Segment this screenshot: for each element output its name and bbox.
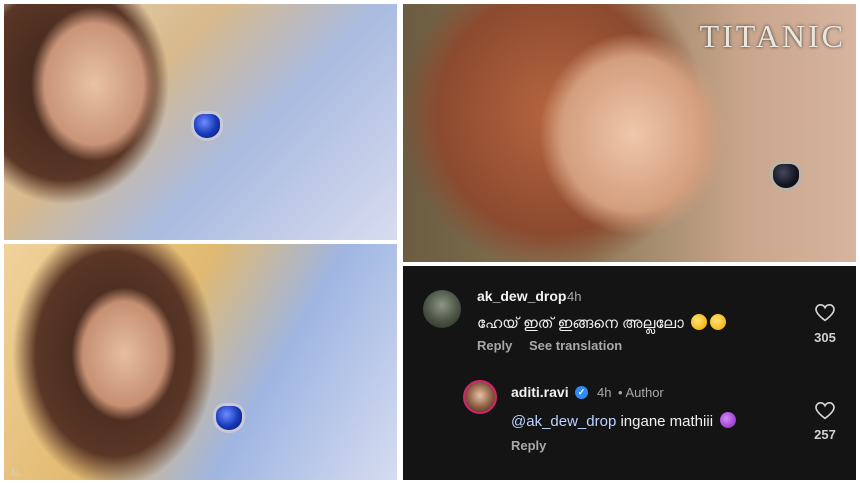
photo-reclining-woman-bottom: AL: [4, 244, 397, 480]
heart-pendant-icon: [773, 164, 799, 188]
comment-time: 4h: [597, 385, 612, 400]
comment-username[interactable]: aditi.ravi: [511, 384, 569, 400]
comment-item: ak_dew_drop 4h ഹേയ് ഇത് ഇങ്ങനെ അല്ലലോ Re…: [403, 266, 856, 366]
reply-button[interactable]: Reply: [511, 438, 546, 453]
avatar[interactable]: [423, 290, 461, 328]
comment-body: ingane mathiii: [620, 413, 714, 430]
thinking-face-icon: [690, 314, 707, 330]
photo-reclining-woman-top: [4, 4, 397, 240]
comment-username[interactable]: ak_dew_drop: [477, 288, 566, 304]
comment-reply-item: aditi.ravi ✓ 4h • Author @ak_dew_drop in…: [403, 366, 856, 480]
photo-titanic-still: TITANIC: [403, 4, 856, 262]
smiling-devil-icon: [720, 412, 737, 428]
like-heart-icon[interactable]: [815, 304, 835, 322]
like-heart-icon[interactable]: [815, 402, 835, 420]
mention-link[interactable]: @ak_dew_drop: [511, 413, 616, 430]
thinking-face-icon: [709, 314, 726, 330]
comment-body: ഹേയ് ഇത് ഇങ്ങനെ അല്ലലോ: [477, 315, 684, 332]
watermark-text: AL: [10, 468, 22, 478]
titanic-logo: TITANIC: [699, 18, 846, 54]
comment-text: ഹേയ് ഇത് ഇങ്ങനെ അല്ലലോ: [477, 314, 726, 332]
comment-time: 4h: [567, 289, 582, 304]
like-count: 305: [814, 330, 836, 345]
heart-pendant-icon: [194, 114, 220, 138]
like-count: 257: [814, 427, 836, 442]
comment-section: ak_dew_drop 4h ഹേയ് ഇത് ഇങ്ങനെ അല്ലലോ Re…: [403, 266, 856, 480]
verified-badge-icon: ✓: [575, 386, 588, 399]
avatar[interactable]: [463, 380, 497, 414]
heart-pendant-icon: [216, 406, 242, 430]
see-translation-link[interactable]: See translation: [529, 338, 622, 353]
author-badge: • Author: [618, 385, 664, 400]
reply-button[interactable]: Reply: [477, 338, 512, 353]
comment-text: @ak_dew_drop ingane mathiii: [511, 412, 737, 430]
